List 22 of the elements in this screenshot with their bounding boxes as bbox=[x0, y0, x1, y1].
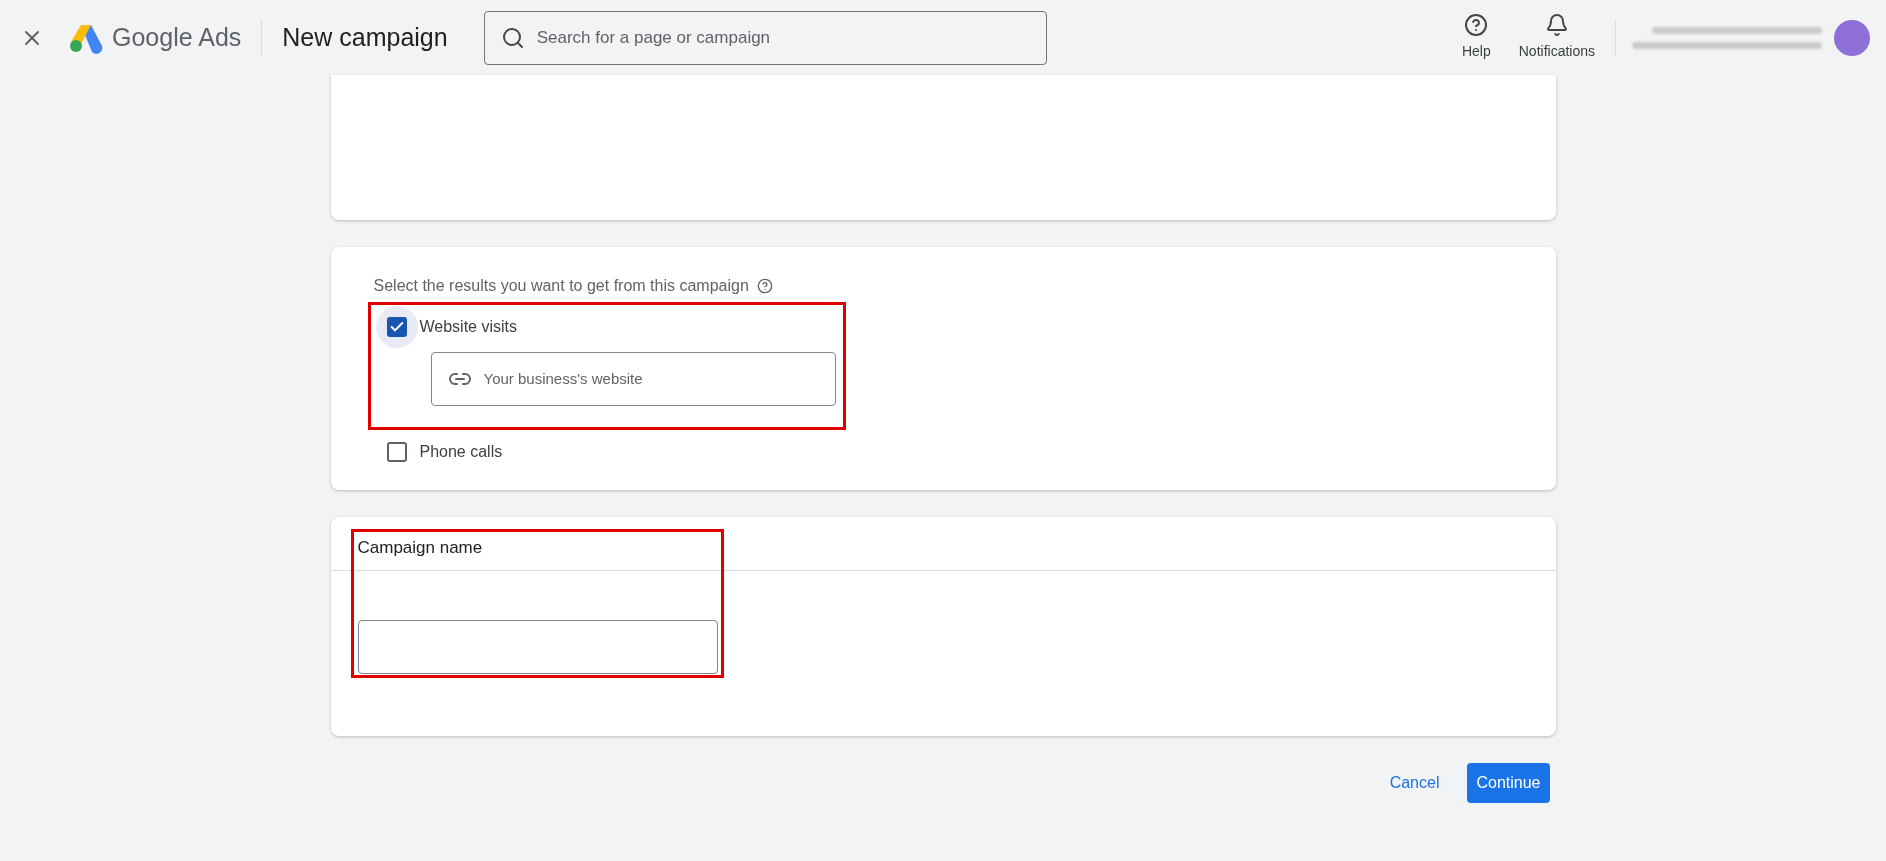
campaign-name-field[interactable] bbox=[357, 620, 718, 674]
avatar[interactable] bbox=[1834, 19, 1870, 56]
page-title: New campaign bbox=[282, 21, 448, 53]
option-label: Phone calls bbox=[419, 442, 503, 462]
checkbox[interactable] bbox=[386, 317, 407, 337]
card-title: Campaign name bbox=[357, 538, 483, 557]
option-label: Website visits bbox=[419, 317, 517, 337]
website-input[interactable]: Your business's website bbox=[483, 367, 819, 391]
bell-icon bbox=[1544, 13, 1569, 37]
search-icon bbox=[500, 25, 525, 50]
help-icon bbox=[756, 278, 773, 294]
search-input[interactable]: Search for a page or campaign bbox=[536, 24, 1030, 51]
website-field[interactable]: Your business's website bbox=[430, 352, 836, 406]
cancel-button[interactable]: Cancel bbox=[1381, 763, 1448, 803]
checkbox[interactable] bbox=[386, 442, 407, 462]
header-action-button[interactable]: Notifications bbox=[1514, 13, 1599, 62]
help-icon bbox=[1464, 13, 1489, 37]
results-prompt: Select the results you want to get from this campaign bbox=[373, 276, 749, 296]
search-field[interactable]: Search for a page or campaign bbox=[483, 10, 1047, 65]
product-name: Google Ads bbox=[112, 21, 242, 53]
header-action-button[interactable]: Help bbox=[1457, 13, 1495, 62]
continue-button[interactable]: Continue bbox=[1467, 763, 1550, 803]
